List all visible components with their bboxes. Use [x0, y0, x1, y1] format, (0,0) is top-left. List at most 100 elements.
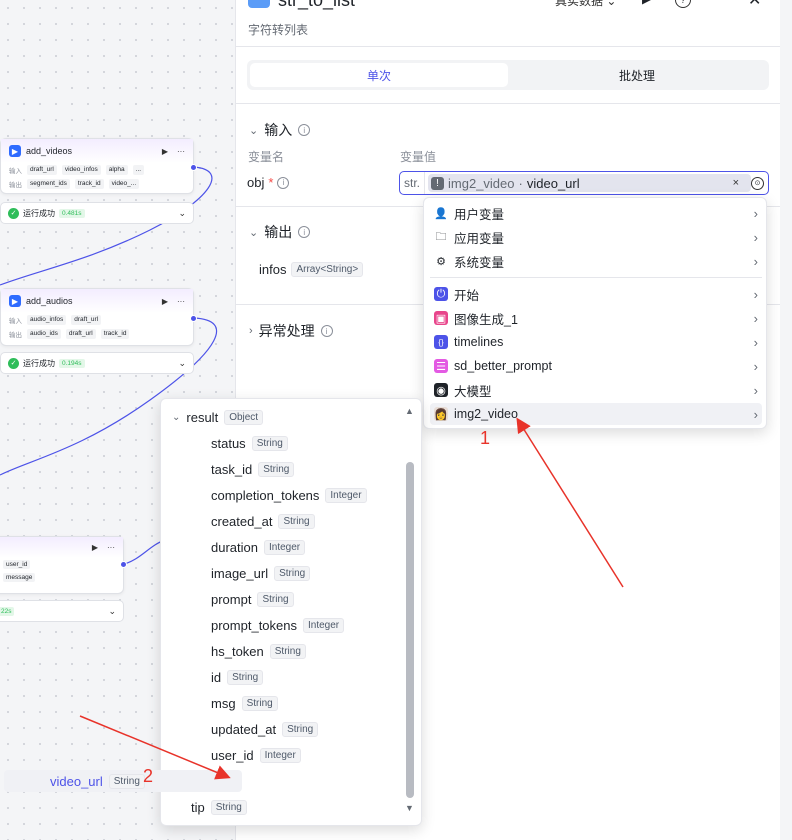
tree-node-field[interactable]: status String	[211, 432, 288, 454]
field-name: prompt	[211, 591, 252, 607]
run-node-icon[interactable]: ▶	[162, 147, 168, 156]
tree-node-field[interactable]: hs_token String	[211, 640, 306, 662]
menu-item-label: sd_better_prompt	[454, 359, 552, 373]
divider	[236, 103, 780, 104]
run-icon[interactable]: ▶	[642, 0, 651, 6]
run-node-icon[interactable]: ▶	[92, 543, 98, 552]
run-status-bar[interactable]: ✓ 运行成功 0.481s ⌄	[0, 202, 194, 224]
output-port[interactable]	[120, 561, 127, 568]
play-tile-icon: ▶	[9, 145, 21, 157]
tree-node-field[interactable]: image_url String	[211, 562, 311, 584]
scroll-down-icon[interactable]: ▼	[405, 803, 414, 813]
outputs-label: 输出	[9, 182, 22, 189]
menu-item-llm[interactable]: ◉ 大模型 ›	[430, 379, 762, 401]
tree-node-field[interactable]: updated_at String	[211, 718, 319, 740]
field-name: completion_tokens	[211, 487, 320, 503]
chevron-down-icon[interactable]: ⌄	[178, 358, 186, 369]
tree-node-field[interactable]: user_id Integer	[211, 744, 301, 766]
inputs-label: 输入	[9, 318, 22, 325]
tree-node-field[interactable]: completion_tokens Integer	[211, 484, 367, 506]
close-icon[interactable]: ✕	[748, 0, 761, 10]
tree-node-field[interactable]: duration Integer	[211, 536, 306, 558]
output-param-row: infos Array<String>	[259, 262, 364, 277]
image-gen-icon: ▣	[434, 311, 448, 325]
tree-node-field[interactable]: id String	[211, 666, 264, 688]
tree-node-field[interactable]: video_url String	[4, 770, 242, 792]
param-chip: segment_ids	[27, 179, 70, 189]
menu-item-image-gen[interactable]: ▣ 图像生成_1 ›	[430, 307, 762, 329]
error-section-header[interactable]: › 异常处理 i	[249, 321, 333, 341]
gear-icon: ⚙	[436, 255, 446, 268]
clear-icon[interactable]: ×	[733, 177, 739, 189]
callout-number-2: 2	[143, 766, 154, 786]
variable-reference-input[interactable]: str. ! img2_video · video_url × ⊙	[399, 171, 769, 195]
scrollbar-thumb[interactable]	[406, 462, 414, 798]
code-icon: {}	[434, 335, 448, 349]
run-status-bar[interactable]: 22s ⌄	[0, 600, 124, 622]
type-tag: String	[108, 773, 145, 789]
info-icon[interactable]: i	[277, 176, 290, 189]
node-partial[interactable]: ▶ ··· user_id message	[0, 536, 124, 594]
node-add-videos[interactable]: ▶ add_videos ▶ ··· 输入 draft_url video_in…	[0, 138, 194, 194]
tree-node-field[interactable]: msg String	[211, 692, 278, 714]
ref-separator: ·	[518, 175, 523, 191]
variable-reference-pill[interactable]: ! img2_video · video_url ×	[428, 174, 751, 192]
input-section-header[interactable]: ⌄ 输入 i	[249, 120, 311, 140]
menu-item-app-vars[interactable]: 🗀 应用变量 ›	[430, 226, 762, 248]
menu-item-timelines[interactable]: {} timelines ›	[430, 331, 762, 353]
menu-item-label: 应用变量	[454, 231, 505, 246]
node-type-icon	[248, 0, 270, 8]
tab-batch[interactable]: 批处理	[508, 63, 766, 87]
menu-item-label: timelines	[454, 335, 504, 349]
type-tag: String	[241, 695, 278, 711]
run-node-icon[interactable]: ▶	[162, 297, 168, 306]
node-inputs: 输入 audio_infos draft_url	[1, 313, 193, 327]
menu-item-system-vars[interactable]: ⚙ 系统变量 ›	[430, 250, 762, 272]
run-status-bar[interactable]: ✓ 运行成功 0.194s ⌄	[0, 352, 194, 374]
variable-source-menu: 👤 用户变量 › 🗀 应用变量 › ⚙ 系统变量 › ⏻ 开始 › ▣ 图像生成…	[423, 197, 767, 429]
duration-badge: 22s	[0, 606, 15, 616]
scroll-up-icon[interactable]: ▲	[405, 406, 414, 416]
info-icon[interactable]: i	[298, 226, 311, 238]
real-data-dropdown[interactable]: 真实数据 ⌄	[555, 0, 616, 9]
wire-bottom-node	[123, 539, 166, 565]
node-add-audios[interactable]: ▶ add_audios ▶ ··· 输入 audio_infos draft_…	[0, 288, 194, 346]
field-name: msg	[211, 695, 236, 711]
menu-item-sd-better-prompt[interactable]: ☰ sd_better_prompt ›	[430, 355, 762, 377]
section-title: 输出	[264, 224, 293, 240]
menu-item-label: 图像生成_1	[454, 312, 518, 327]
node-inputs: 输入 draft_url video_infos alpha ...	[1, 163, 193, 177]
callout-number-1: 1	[480, 428, 491, 448]
more-icon[interactable]: ···	[177, 147, 185, 156]
chevron-down-icon[interactable]: ⌄	[178, 208, 186, 219]
tree-node-tip[interactable]: tip String	[191, 796, 247, 818]
output-section-header[interactable]: ⌄ 输出 i	[249, 222, 311, 242]
tree-node-field[interactable]: prompt String	[211, 588, 294, 610]
more-icon[interactable]: ···	[177, 297, 185, 306]
column-header-value: 变量值	[400, 150, 437, 164]
node-header: ▶ add_videos ▶ ···	[1, 139, 193, 163]
status-text: 运行成功	[23, 358, 55, 368]
type-tag: String	[258, 461, 295, 477]
info-icon[interactable]: i	[320, 325, 333, 337]
param-chip: ...	[132, 165, 145, 175]
field-name: status	[211, 435, 246, 451]
prompt-icon: ☰	[434, 359, 448, 373]
variable-settings-icon[interactable]: ⊙	[751, 176, 764, 190]
menu-item-user-vars[interactable]: 👤 用户变量 ›	[430, 202, 762, 224]
type-tag: String	[227, 669, 264, 685]
output-port[interactable]	[190, 164, 197, 171]
more-icon[interactable]: ···	[107, 543, 115, 552]
chevron-down-icon[interactable]: ⌄	[108, 606, 116, 617]
section-title: 异常处理	[258, 323, 315, 339]
chevron-right-icon: ›	[753, 358, 758, 374]
tree-node-field[interactable]: prompt_tokens Integer	[211, 614, 345, 636]
tab-single[interactable]: 单次	[250, 63, 508, 87]
tree-node-result[interactable]: ⌄ result Object	[172, 406, 264, 428]
output-port[interactable]	[190, 315, 197, 322]
menu-item-img2-video[interactable]: 👩 img2_video ›	[430, 403, 762, 425]
tree-node-field[interactable]: created_at String	[211, 510, 315, 532]
tree-node-field[interactable]: task_id String	[211, 458, 295, 480]
menu-item-start[interactable]: ⏻ 开始 ›	[430, 283, 762, 305]
info-icon[interactable]: i	[298, 124, 311, 136]
